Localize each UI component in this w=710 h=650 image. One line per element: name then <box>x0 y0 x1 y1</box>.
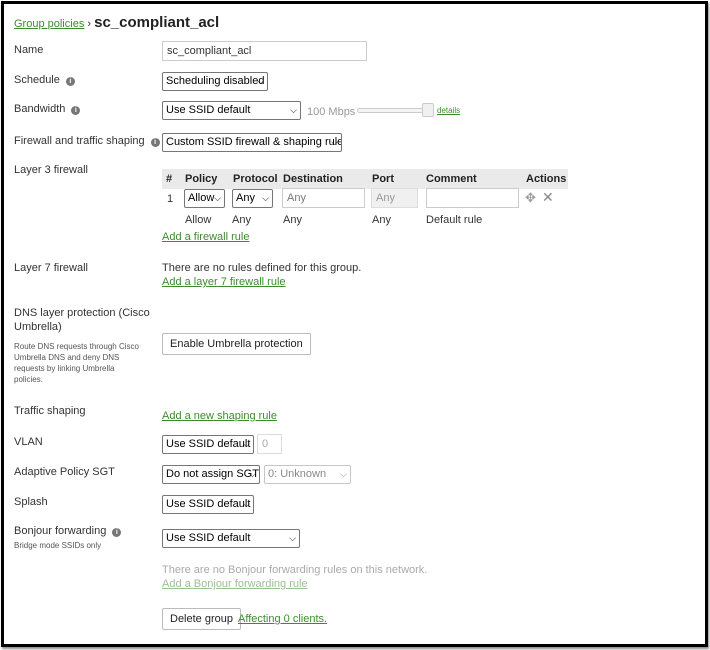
dns-description-line: Umbrella DNS and deny DNS <box>14 353 120 362</box>
page-title: sc_compliant_acl <box>94 14 220 31</box>
l3-rule-policy-value: Allow <box>188 192 215 204</box>
chevron-down-icon: ⌵ <box>214 193 221 203</box>
l3-header-protocol: Protocol <box>229 169 279 189</box>
adaptive-sgt-selected-value: Do not assign SGT <box>166 468 259 480</box>
info-icon[interactable]: i <box>150 138 160 147</box>
bonjour-select[interactable]: Use SSID default ⌵ <box>162 529 300 548</box>
l3-rule-port-input: Any <box>371 188 418 208</box>
l3-rule-comment-input[interactable] <box>426 188 519 208</box>
name-field[interactable]: sc_compliant_acl <box>162 41 367 61</box>
info-icon[interactable]: i <box>65 77 75 86</box>
firewall-shaping-select[interactable]: Custom SSID firewall & shaping rules ⌵ <box>162 133 342 152</box>
schedule-label: Schedule <box>14 74 60 86</box>
schedule-label-row: Schedule i <box>14 74 75 86</box>
l3-default-port: Any <box>372 214 391 226</box>
add-shaping-rule-link[interactable]: Add a new shaping rule <box>162 410 277 422</box>
add-bonjour-rule-link: Add a Bonjour forwarding rule <box>162 578 308 590</box>
firewall-shaping-label: Firewall and traffic shaping <box>14 135 145 147</box>
dns-protection-label-line2: Umbrella) <box>14 321 62 333</box>
add-layer7-rule-link[interactable]: Add a layer 7 firewall rule <box>162 276 286 288</box>
name-label: Name <box>14 44 44 56</box>
move-icon[interactable]: ✥ <box>525 190 536 206</box>
splash-select[interactable]: Use SSID default ⌵ <box>162 495 254 514</box>
adaptive-sgt-select[interactable]: Do not assign SGT ⌵ <box>162 465 260 484</box>
breadcrumb: Group policies › sc_compliant_acl <box>14 14 219 31</box>
l3-header-policy: Policy <box>181 169 229 189</box>
adaptive-sgt-label: Adaptive Policy SGT <box>14 466 115 478</box>
chevron-down-icon: ⌵ <box>243 439 250 449</box>
add-firewall-rule-link[interactable]: Add a firewall rule <box>162 231 249 243</box>
chevron-down-icon: ⌵ <box>249 469 256 479</box>
layer7-no-rules-message: There are no rules defined for this grou… <box>162 262 362 274</box>
dns-protection-label-line1: DNS layer protection (Cisco <box>14 307 150 319</box>
l3-rule-destination-input[interactable]: Any <box>282 188 365 208</box>
group-policy-page: Group policies › sc_compliant_acl Name s… <box>1 1 708 647</box>
l3-rule-protocol-value: Any <box>236 192 255 204</box>
chevron-down-icon: ⌵ <box>290 105 297 115</box>
l3-header-actions: Actions <box>522 169 568 189</box>
vlan-label: VLAN <box>14 436 43 448</box>
chevron-down-icon: ⌵ <box>340 469 347 479</box>
bandwidth-select[interactable]: Use SSID default ⌵ <box>162 101 301 120</box>
dns-description-line: Route DNS requests through Cisco <box>14 342 139 351</box>
l3-header-comment: Comment <box>422 169 522 189</box>
bonjour-label: Bonjour forwarding <box>14 525 107 537</box>
delete-group-button[interactable]: Delete group <box>162 608 241 630</box>
bonjour-label-row: Bonjour forwarding i <box>14 525 122 537</box>
layer3-firewall-label: Layer 3 firewall <box>14 164 88 176</box>
breadcrumb-separator: › <box>87 18 92 30</box>
chevron-down-icon: ⌵ <box>331 137 338 147</box>
l3-default-protocol: Any <box>232 214 251 226</box>
bonjour-no-rules-message: There are no Bonjour forwarding rules on… <box>162 564 428 576</box>
l3-default-policy: Allow <box>185 214 212 226</box>
dns-description-line: policies. <box>14 375 43 384</box>
bandwidth-slider-handle[interactable] <box>422 103 434 117</box>
info-icon[interactable]: i <box>112 528 122 537</box>
enable-umbrella-button[interactable]: Enable Umbrella protection <box>162 333 311 355</box>
l3-header-port: Port <box>368 169 422 189</box>
l3-rule-policy-select[interactable]: Allow ⌵ <box>184 189 225 208</box>
chevron-down-icon: ⌵ <box>243 499 250 509</box>
layer7-firewall-label: Layer 7 firewall <box>14 262 88 274</box>
bandwidth-speed: 100 Mbps <box>307 106 356 118</box>
bandwidth-details-link[interactable]: details <box>437 106 460 115</box>
sgt-value-select: 0: Unknown ⌵ <box>264 465 351 484</box>
traffic-shaping-label: Traffic shaping <box>14 405 86 417</box>
firewall-shaping-label-row: Firewall and traffic shaping i <box>14 135 160 147</box>
chevron-down-icon: ⌵ <box>257 76 264 86</box>
l3-rule-number: 1 <box>167 193 174 205</box>
chevron-down-icon: ⌵ <box>262 193 269 203</box>
info-icon[interactable]: i <box>71 106 81 115</box>
bonjour-sublabel: Bridge mode SSIDs only <box>14 541 102 550</box>
l3-default-destination: Any <box>283 214 302 226</box>
vlan-id-input: 0 <box>257 434 282 454</box>
bandwidth-selected-value: Use SSID default <box>166 104 251 116</box>
vlan-selected-value: Use SSID default <box>166 438 251 450</box>
breadcrumb-group-policies-link[interactable]: Group policies <box>14 18 84 30</box>
sgt-value-selected: 0: Unknown <box>268 468 327 480</box>
vlan-select[interactable]: Use SSID default ⌵ <box>162 435 254 454</box>
close-icon[interactable]: ✕ <box>542 189 554 206</box>
schedule-select[interactable]: Scheduling disabled ⌵ <box>162 72 268 91</box>
bonjour-selected-value: Use SSID default <box>166 532 251 544</box>
affecting-clients-link[interactable]: Affecting 0 clients. <box>238 613 327 625</box>
splash-selected-value: Use SSID default <box>166 498 251 510</box>
firewall-shaping-selected-value: Custom SSID firewall & shaping rules <box>166 136 342 148</box>
chevron-down-icon: ⌵ <box>289 533 296 543</box>
l3-header-destination: Destination <box>279 169 368 189</box>
l3-header-num: # <box>162 169 181 189</box>
l3-rule-protocol-select[interactable]: Any ⌵ <box>232 189 273 208</box>
splash-label: Splash <box>14 496 48 508</box>
l3-default-comment: Default rule <box>426 214 483 226</box>
bandwidth-label-row: Bandwidth i <box>14 103 81 115</box>
bandwidth-label: Bandwidth <box>14 103 66 115</box>
schedule-selected-value: Scheduling disabled <box>166 75 265 87</box>
dns-description-line: requests by linking Umbrella <box>14 364 115 373</box>
